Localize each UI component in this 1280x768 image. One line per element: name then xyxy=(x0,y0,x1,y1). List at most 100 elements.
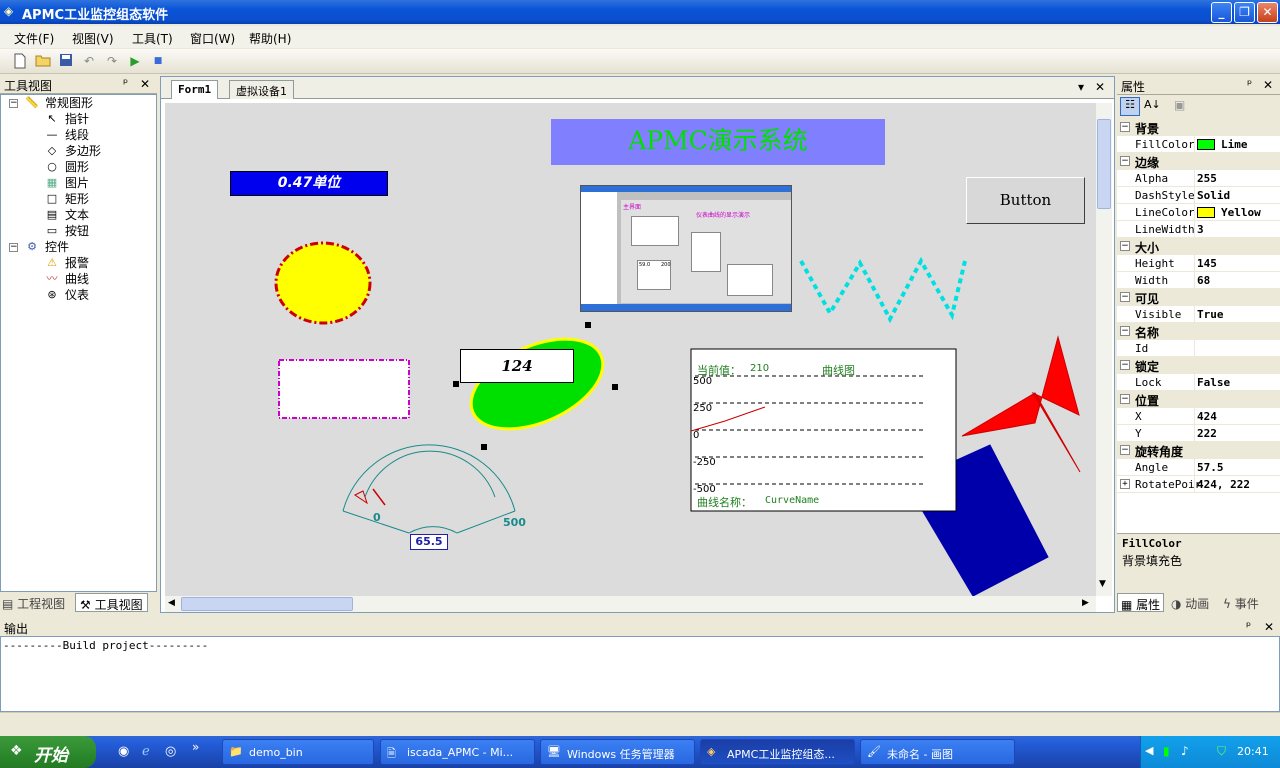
tree-item-alarm[interactable]: 报警 xyxy=(65,255,89,271)
start-button[interactable]: ❖ 开始 xyxy=(0,736,96,768)
tab-close-icon[interactable]: ✕ xyxy=(1095,80,1105,94)
vertical-scrollbar[interactable]: ▼ xyxy=(1096,103,1112,596)
collapse-icon[interactable]: − xyxy=(1120,156,1130,166)
horizontal-scrollbar[interactable]: ◀ ▶ xyxy=(165,596,1096,612)
panel-close-icon[interactable]: ✕ xyxy=(1263,78,1273,92)
stop-icon[interactable]: ■ xyxy=(150,53,166,69)
property-row[interactable]: + RotatePoir 424, 222 xyxy=(1117,476,1280,493)
design-canvas[interactable]: APMC演示系统 0.47单位 Button 主界面 仪表曲线的显示演示 59.… xyxy=(165,103,1096,596)
menu-file[interactable]: 文件(F) xyxy=(14,30,54,47)
scroll-right-icon[interactable]: ▶ xyxy=(1082,598,1089,608)
property-row[interactable]: X 424 xyxy=(1117,408,1280,425)
property-value[interactable]: 255 xyxy=(1197,172,1217,185)
task-iscada[interactable]: 🗎 iscada_APMC - Mi... xyxy=(380,739,535,765)
tree-item-image[interactable]: 图片 xyxy=(65,175,89,191)
tab-virtual-device[interactable]: 虚拟设备1 xyxy=(229,80,294,99)
property-value[interactable]: 68 xyxy=(1197,274,1210,287)
property-category[interactable]: − 旋转角度 xyxy=(1117,442,1280,459)
task-task-manager[interactable]: 🖥 Windows 任务管理器 xyxy=(540,739,695,765)
collapse-icon[interactable]: − xyxy=(1120,292,1130,302)
collapse-icon[interactable]: − xyxy=(1120,241,1130,251)
run-icon[interactable]: ▶ xyxy=(127,53,143,69)
output-text-area[interactable]: ---------Build project--------- xyxy=(0,636,1280,712)
save-icon[interactable] xyxy=(58,53,74,69)
tree-item-text[interactable]: 文本 xyxy=(65,207,89,223)
property-row[interactable]: Lock False xyxy=(1117,374,1280,391)
tree-group-shapes[interactable]: 常规图形 xyxy=(45,95,93,111)
selection-handle[interactable] xyxy=(453,381,459,387)
categorized-icon[interactable]: ☷ xyxy=(1120,97,1140,116)
tray-expand-icon[interactable]: ◀ xyxy=(1145,744,1153,757)
selection-handle[interactable] xyxy=(481,444,487,450)
collapse-icon[interactable]: − xyxy=(1120,360,1130,370)
property-value[interactable]: 57.5 xyxy=(1197,461,1224,474)
collapse-icon[interactable]: − xyxy=(1120,122,1130,132)
property-value[interactable]: 424 xyxy=(1197,410,1217,423)
tree-item-curve[interactable]: 曲线 xyxy=(65,271,89,287)
property-category[interactable]: − 位置 xyxy=(1117,391,1280,408)
scroll-thumb[interactable] xyxy=(1097,119,1111,209)
tool-view-tab[interactable]: ⚒ 工具视图 xyxy=(75,593,148,612)
property-value[interactable]: 3 xyxy=(1197,223,1204,236)
property-value[interactable]: 222 xyxy=(1197,427,1217,440)
ie-icon[interactable]: ℯ xyxy=(142,744,150,759)
property-row[interactable]: Height 145 xyxy=(1117,255,1280,272)
tab-events[interactable]: ϟ 事件 xyxy=(1223,595,1259,612)
property-value[interactable]: 145 xyxy=(1197,257,1217,270)
open-folder-icon[interactable] xyxy=(35,53,51,69)
selection-handle[interactable] xyxy=(612,384,618,390)
tree-group-controls[interactable]: 控件 xyxy=(45,239,69,255)
browser-icon[interactable]: ◉ xyxy=(118,744,129,759)
tree-item-circle[interactable]: 圆形 xyxy=(65,159,89,175)
cyan-zigzag[interactable] xyxy=(799,256,967,324)
panel-close-icon[interactable]: ✕ xyxy=(1264,620,1274,634)
task-demo-bin[interactable]: 📁 demo_bin xyxy=(222,739,374,765)
collapse-icon[interactable]: − xyxy=(1120,445,1130,455)
close-button[interactable]: ✕ xyxy=(1257,2,1278,23)
collapse-icon[interactable]: − xyxy=(1120,326,1130,336)
property-value[interactable]: 424, 222 xyxy=(1197,478,1250,491)
security-icon[interactable]: ⛉ xyxy=(1217,744,1226,759)
property-row[interactable]: FillColor Lime xyxy=(1117,136,1280,153)
gauge-meter[interactable] xyxy=(342,444,516,534)
minimize-button[interactable]: _ xyxy=(1211,2,1232,23)
tab-form1[interactable]: Form1 xyxy=(171,80,219,99)
property-category[interactable]: − 大小 xyxy=(1117,238,1280,255)
task-apmc[interactable]: ◈ APMC工业监控组态... xyxy=(700,739,855,765)
scroll-thumb[interactable] xyxy=(181,597,353,611)
tab-animation[interactable]: ◑ 动画 xyxy=(1171,595,1209,612)
selection-handle[interactable] xyxy=(585,322,591,328)
tree-item-line[interactable]: 线段 xyxy=(65,127,89,143)
undo-icon[interactable]: ↶ xyxy=(81,53,97,69)
menu-help[interactable]: 帮助(H) xyxy=(249,30,291,47)
menu-tools[interactable]: 工具(T) xyxy=(132,30,173,47)
network-icon[interactable]: ▮ xyxy=(1163,744,1170,758)
property-category[interactable]: − 名称 xyxy=(1117,323,1280,340)
yellow-circle[interactable] xyxy=(274,241,372,325)
collapse-icon[interactable]: − xyxy=(9,243,18,252)
menu-view[interactable]: 视图(V) xyxy=(72,30,114,47)
tree-item-pointer[interactable]: 指针 xyxy=(65,111,89,127)
green-ellipse[interactable] xyxy=(458,321,617,447)
property-value[interactable]: False xyxy=(1197,376,1230,389)
property-row[interactable]: Y 222 xyxy=(1117,425,1280,442)
property-value[interactable]: Lime xyxy=(1221,138,1248,151)
property-category[interactable]: − 可见 xyxy=(1117,289,1280,306)
tree-item-button[interactable]: 按钮 xyxy=(65,223,89,239)
text-124[interactable]: 124 xyxy=(460,349,574,383)
pin-icon[interactable]: ᵖ xyxy=(1247,77,1252,91)
sort-az-icon[interactable]: A↓ xyxy=(1144,98,1161,111)
property-value[interactable]: Solid xyxy=(1197,189,1230,202)
property-value[interactable]: True xyxy=(1197,308,1224,321)
tree-item-polygon[interactable]: 多边形 xyxy=(65,143,101,159)
dashed-rectangle[interactable] xyxy=(278,359,410,419)
project-view-tab[interactable]: ▤ 工程视图 xyxy=(2,595,65,612)
scroll-left-icon[interactable]: ◀ xyxy=(168,598,175,608)
redo-icon[interactable]: ↷ xyxy=(104,53,120,69)
property-row[interactable]: DashStyle Solid xyxy=(1117,187,1280,204)
collapse-icon[interactable]: − xyxy=(9,99,18,108)
property-row[interactable]: Id xyxy=(1117,340,1280,357)
clock[interactable]: 20:41 xyxy=(1237,745,1269,758)
property-row[interactable]: LineWidth 3 xyxy=(1117,221,1280,238)
quicklaunch-more[interactable]: » xyxy=(192,740,199,754)
